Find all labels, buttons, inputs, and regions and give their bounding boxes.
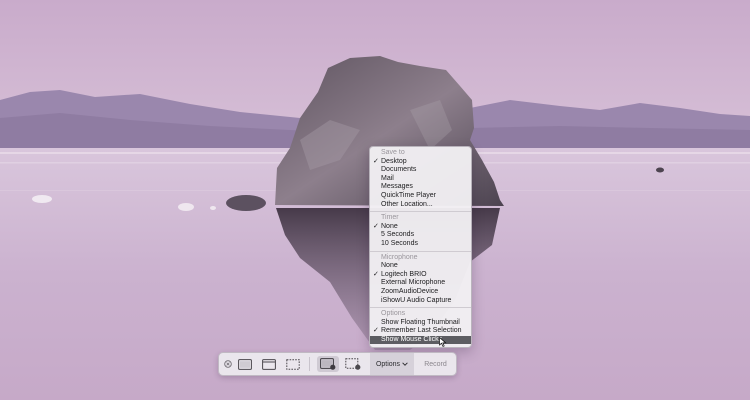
chevron-down-icon — [402, 362, 408, 366]
menu-item-label: ZoomAudioDevice — [381, 287, 439, 295]
toolbar-divider — [309, 357, 310, 371]
menu-item-other-location[interactable]: Other Location... — [370, 201, 471, 210]
menu-item-label: iShowU Audio Capture — [381, 296, 452, 304]
menu-item-label: External Microphone — [381, 279, 446, 287]
menu-item-none[interactable]: ✓ None — [370, 223, 471, 232]
menu-section-header: Options — [381, 310, 406, 318]
menu-item-zoomaudiodevice[interactable]: ZoomAudioDevice — [370, 288, 471, 297]
options-label: Options — [375, 360, 401, 368]
menu-item-documents[interactable]: Documents — [370, 166, 471, 175]
checkmark-icon: ✓ — [373, 270, 379, 278]
screen-icon — [238, 358, 252, 370]
menu-section-header: Timer — [381, 214, 399, 222]
checkmark-icon: ✓ — [373, 222, 379, 230]
menu-separator — [370, 211, 471, 213]
options-button[interactable]: Options — [370, 353, 414, 375]
menu-item-none[interactable]: None — [370, 262, 471, 271]
dashed-record-icon — [345, 358, 361, 370]
menu-section-header: Microphone — [381, 253, 418, 261]
capture-selected-window-button[interactable] — [260, 356, 278, 372]
close-icon — [224, 360, 232, 368]
close-toolbar-button[interactable] — [223, 356, 233, 372]
menu-item-quicktime-player[interactable]: QuickTime Player — [370, 192, 471, 201]
capture-selected-portion-button[interactable] — [284, 356, 302, 372]
menu-item-label: 10 Seconds — [381, 239, 418, 247]
menu-item-5-seconds[interactable]: 5 Seconds — [370, 231, 471, 240]
menu-item-label: None — [381, 262, 398, 270]
options-menu: Save to ✓ Desktop Documents Mail Messages Quic… — [369, 146, 472, 349]
menu-item-remember-last-selection[interactable]: ✓ Remember Last Selection — [370, 327, 471, 336]
record-selected-portion-button[interactable] — [343, 356, 363, 372]
menu-item-show-floating-thumbnail[interactable]: Show Floating Thumbnail — [370, 319, 471, 328]
dashed-rect-icon — [286, 358, 300, 370]
menu-separator — [370, 250, 471, 252]
menu-item-label: Documents — [381, 166, 417, 174]
menu-item-label: 5 Seconds — [381, 231, 415, 239]
checkmark-icon: ✓ — [373, 157, 379, 165]
menu-item-label: Show Mouse Clicks — [381, 335, 443, 343]
menu-item-logitech-brio[interactable]: ✓ Logitech BRIO — [370, 271, 471, 280]
menu-item-label: QuickTime Player — [381, 191, 436, 199]
record-button[interactable]: Record — [415, 353, 456, 375]
menu-item-label: Mail — [381, 174, 394, 182]
menu-item-label: Messages — [381, 183, 413, 191]
menu-section-header: Save to — [381, 149, 405, 156]
menu-item-external-microphone[interactable]: External Microphone — [370, 279, 471, 288]
menu-item-messages[interactable]: Messages — [370, 183, 471, 192]
menu-item-label: Other Location... — [381, 200, 433, 208]
menu-item-ishowu-audio-capture[interactable]: iShowU Audio Capture — [370, 297, 471, 306]
menu-item-label: Show Floating Thumbnail — [381, 318, 460, 326]
record-entire-screen-button[interactable] — [317, 356, 339, 372]
menu-item-label: Desktop — [381, 157, 407, 165]
menu-item-desktop[interactable]: ✓ Desktop — [370, 158, 471, 167]
capture-entire-screen-button[interactable] — [236, 356, 254, 372]
record-label: Record — [424, 360, 447, 368]
menu-item-label: None — [381, 222, 398, 230]
menu-item-mail[interactable]: Mail — [370, 175, 471, 184]
menu-separator — [370, 307, 471, 309]
mouse-pointer-icon — [439, 336, 447, 347]
window-icon — [262, 358, 276, 370]
menu-item-label: Remember Last Selection — [381, 327, 462, 335]
screenshot-toolbar: Options Record — [218, 352, 457, 376]
menu-item-label: Logitech BRIO — [381, 270, 427, 278]
menu-item-show-mouse-clicks[interactable]: Show Mouse Clicks — [370, 335, 471, 347]
screen-record-icon — [320, 358, 336, 370]
checkmark-icon: ✓ — [373, 327, 379, 335]
menu-item-10-seconds[interactable]: 10 Seconds — [370, 240, 471, 249]
